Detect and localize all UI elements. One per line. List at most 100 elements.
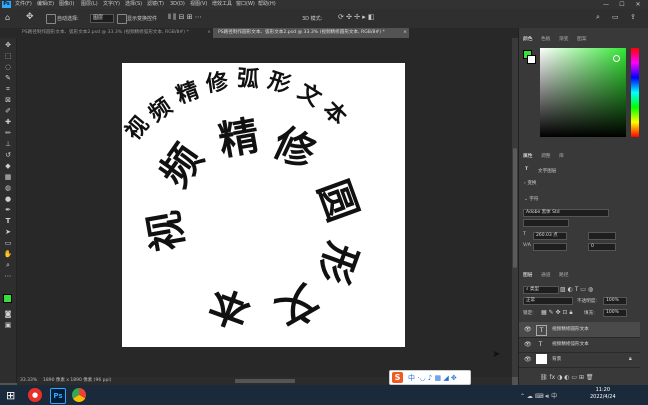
eraser-tool-icon[interactable]: ◆ <box>3 162 13 170</box>
layer-name[interactable]: 视频精修弧形文本 <box>552 337 589 352</box>
type-tool-icon[interactable]: T <box>3 217 13 225</box>
hue-slider[interactable] <box>631 48 639 137</box>
fill-field[interactable]: 100% <box>603 309 627 317</box>
taskbar-clock[interactable]: 11:20 2022/4/24 <box>590 387 616 401</box>
workspace-icon[interactable]: ▭ <box>612 13 619 21</box>
menu-window[interactable]: 窗口(W) <box>236 0 255 9</box>
foreground-color-swatch[interactable] <box>3 294 12 303</box>
document-canvas[interactable]: 视 频 精 修 弧 形 文 本 视 频 精 修 圆 形 文 本 <box>121 63 405 347</box>
windows-start-icon[interactable]: ⊞ <box>6 389 15 402</box>
menu-image[interactable]: 图像(I) <box>59 0 74 9</box>
marquee-tool-icon[interactable]: ⬚ <box>3 52 13 60</box>
layer-row[interactable]: 👁︎ T 视频精修圆形文本 <box>519 322 640 338</box>
layer-row[interactable]: 👁︎ 背景 🔒︎ <box>519 352 640 368</box>
auto-select-dropdown[interactable]: 图层 <box>90 14 114 23</box>
lasso-tool-icon[interactable]: ◌ <box>3 63 13 71</box>
menu-layer[interactable]: 图层(L) <box>81 0 98 9</box>
frame-tool-icon[interactable]: ⊠ <box>3 96 13 104</box>
home-icon[interactable]: ⌂ <box>5 13 10 22</box>
visibility-eye-icon[interactable]: 👁︎ <box>524 322 532 337</box>
history-brush-tool-icon[interactable]: ↺ <box>3 151 13 159</box>
auto-select-checkbox[interactable] <box>46 14 56 24</box>
lock-icons[interactable]: ▦ ✎ ✥ ⊡ 🔒︎ <box>541 309 573 317</box>
menu-view[interactable]: 视图(V) <box>190 0 207 9</box>
blend-mode-dropdown[interactable]: 正常 <box>523 297 573 305</box>
gradient-tool-icon[interactable]: ▦ <box>3 173 13 181</box>
character-section[interactable]: ⌄ 字符 <box>524 196 539 202</box>
menu-edit[interactable]: 编辑(E) <box>37 0 54 9</box>
tab-color[interactable]: 颜色 <box>523 35 533 42</box>
ime-tool-icons[interactable]: 中 ·◡ ♪ ▦ ◢ ✥ <box>408 373 457 383</box>
tab-channels[interactable]: 通道 <box>541 271 551 278</box>
bg-color-swatch[interactable] <box>527 55 536 64</box>
scrollbar-thumb[interactable] <box>513 148 517 268</box>
color-picker-cursor[interactable] <box>613 55 620 62</box>
menu-help[interactable]: 帮助(H) <box>258 0 276 9</box>
layer-filter-icons[interactable]: ▨ ◐ T ▭ ◍ <box>560 286 593 293</box>
quick-select-tool-icon[interactable]: ✎ <box>3 74 13 82</box>
menu-3d[interactable]: 3D(D) <box>170 0 185 9</box>
layer-footer-icons[interactable]: ⛓ fx ◑ ◐ ▭ ⊞ 🗑︎ <box>540 374 594 381</box>
3d-tool-icons[interactable]: ⟳ ✣ ✢ ▸ ◧ <box>338 13 375 21</box>
eyedropper-tool-icon[interactable]: ✐ <box>3 107 13 115</box>
tab-libraries[interactable]: 库 <box>559 152 564 159</box>
shape-tool-icon[interactable]: ▭ <box>3 239 13 247</box>
share-icon[interactable]: ⇪ <box>630 13 636 21</box>
tab-paths[interactable]: 路径 <box>559 271 569 278</box>
zoom-level[interactable]: 33.33% <box>20 377 37 385</box>
tab-layers[interactable]: 图层 <box>523 271 533 278</box>
system-tray-icons[interactable]: ⌃ ☁ ⌨ 🔊︎ 中 <box>520 391 557 401</box>
font-size-field[interactable]: 260.03 点 <box>533 232 567 240</box>
menu-plugins[interactable]: 增效工具 <box>212 0 232 9</box>
move-tool-icon[interactable]: ✥ <box>3 41 13 49</box>
brush-tool-icon[interactable]: ✏ <box>3 129 13 137</box>
maximize-button[interactable]: ☐ <box>614 0 630 9</box>
menu-file[interactable]: 文件(F) <box>15 0 32 9</box>
show-transform-checkbox[interactable] <box>117 14 127 24</box>
close-button[interactable]: ✕ <box>630 0 646 9</box>
app-red-icon[interactable]: ● <box>28 388 42 402</box>
minimize-button[interactable]: — <box>598 0 614 9</box>
ime-toolbar[interactable]: S 中 ·◡ ♪ ▦ ◢ ✥ <box>389 370 471 385</box>
kerning-field[interactable] <box>533 243 567 251</box>
tab-patterns[interactable]: 图案 <box>577 35 587 42</box>
opacity-field[interactable]: 100% <box>603 297 627 305</box>
layer-kind-filter[interactable]: ⌕ 类型 <box>523 286 559 294</box>
visibility-eye-icon[interactable]: 👁︎ <box>524 352 532 367</box>
font-style-dropdown[interactable] <box>523 219 569 227</box>
zoom-tool-icon[interactable]: ⌕ <box>3 261 13 269</box>
photoshop-taskbar-icon[interactable]: Ps <box>50 388 66 404</box>
tab-arc-document[interactable]: PS路径制作圆形文本、弧形文本2.psd @ 33.3% (视频精修弧形文本, … <box>17 28 213 38</box>
menu-select[interactable]: 选择(S) <box>125 0 142 9</box>
layer-name[interactable]: 视频精修圆形文本 <box>552 322 589 337</box>
hand-tool-icon[interactable]: ✋ <box>3 250 13 258</box>
transform-section[interactable]: › 变换 <box>524 180 537 186</box>
tab-circle-document[interactable]: PS路径制作圆形文本、弧形文本2.psd @ 33.3% (视频精修圆形文本, … <box>213 28 409 38</box>
path-select-tool-icon[interactable]: ➤ <box>3 228 13 236</box>
chrome-icon[interactable] <box>72 388 86 402</box>
clone-stamp-tool-icon[interactable]: ⊥ <box>3 140 13 148</box>
layer-name[interactable]: 背景 <box>552 352 561 367</box>
tab-adjustments[interactable]: 调整 <box>541 152 551 159</box>
move-tool-icon[interactable]: ✥ <box>26 12 34 22</box>
screen-mode-icon[interactable]: ▣ <box>3 321 13 329</box>
close-tab-icon[interactable]: × <box>207 28 211 38</box>
tracking-field[interactable]: 0 <box>588 243 616 251</box>
dodge-tool-icon[interactable]: ● <box>3 195 13 203</box>
quick-mask-icon[interactable]: ◙ <box>3 310 13 318</box>
menu-type[interactable]: 文字(Y) <box>103 0 120 9</box>
more-tools-icon[interactable]: ⋯ <box>3 272 13 280</box>
pen-tool-icon[interactable]: ✒ <box>3 206 13 214</box>
font-family-dropdown[interactable]: Adobe 黑体 Std <box>523 209 609 217</box>
leading-field[interactable] <box>588 232 616 240</box>
sogou-icon[interactable]: S <box>392 372 403 383</box>
healing-brush-tool-icon[interactable]: ✚ <box>3 118 13 126</box>
crop-tool-icon[interactable]: ⌗ <box>3 85 13 93</box>
visibility-eye-icon[interactable]: 👁︎ <box>524 337 532 352</box>
tab-properties[interactable]: 属性 <box>523 152 533 159</box>
horizontal-scrollbar[interactable] <box>235 379 295 383</box>
tab-gradients[interactable]: 渐变 <box>559 35 569 42</box>
search-icon[interactable]: ⌕ <box>596 13 600 22</box>
align-icons[interactable]: ⫴ ⫼ ⊟ ⊞ ⋯ <box>168 13 202 22</box>
close-tab-icon[interactable]: × <box>403 28 407 38</box>
